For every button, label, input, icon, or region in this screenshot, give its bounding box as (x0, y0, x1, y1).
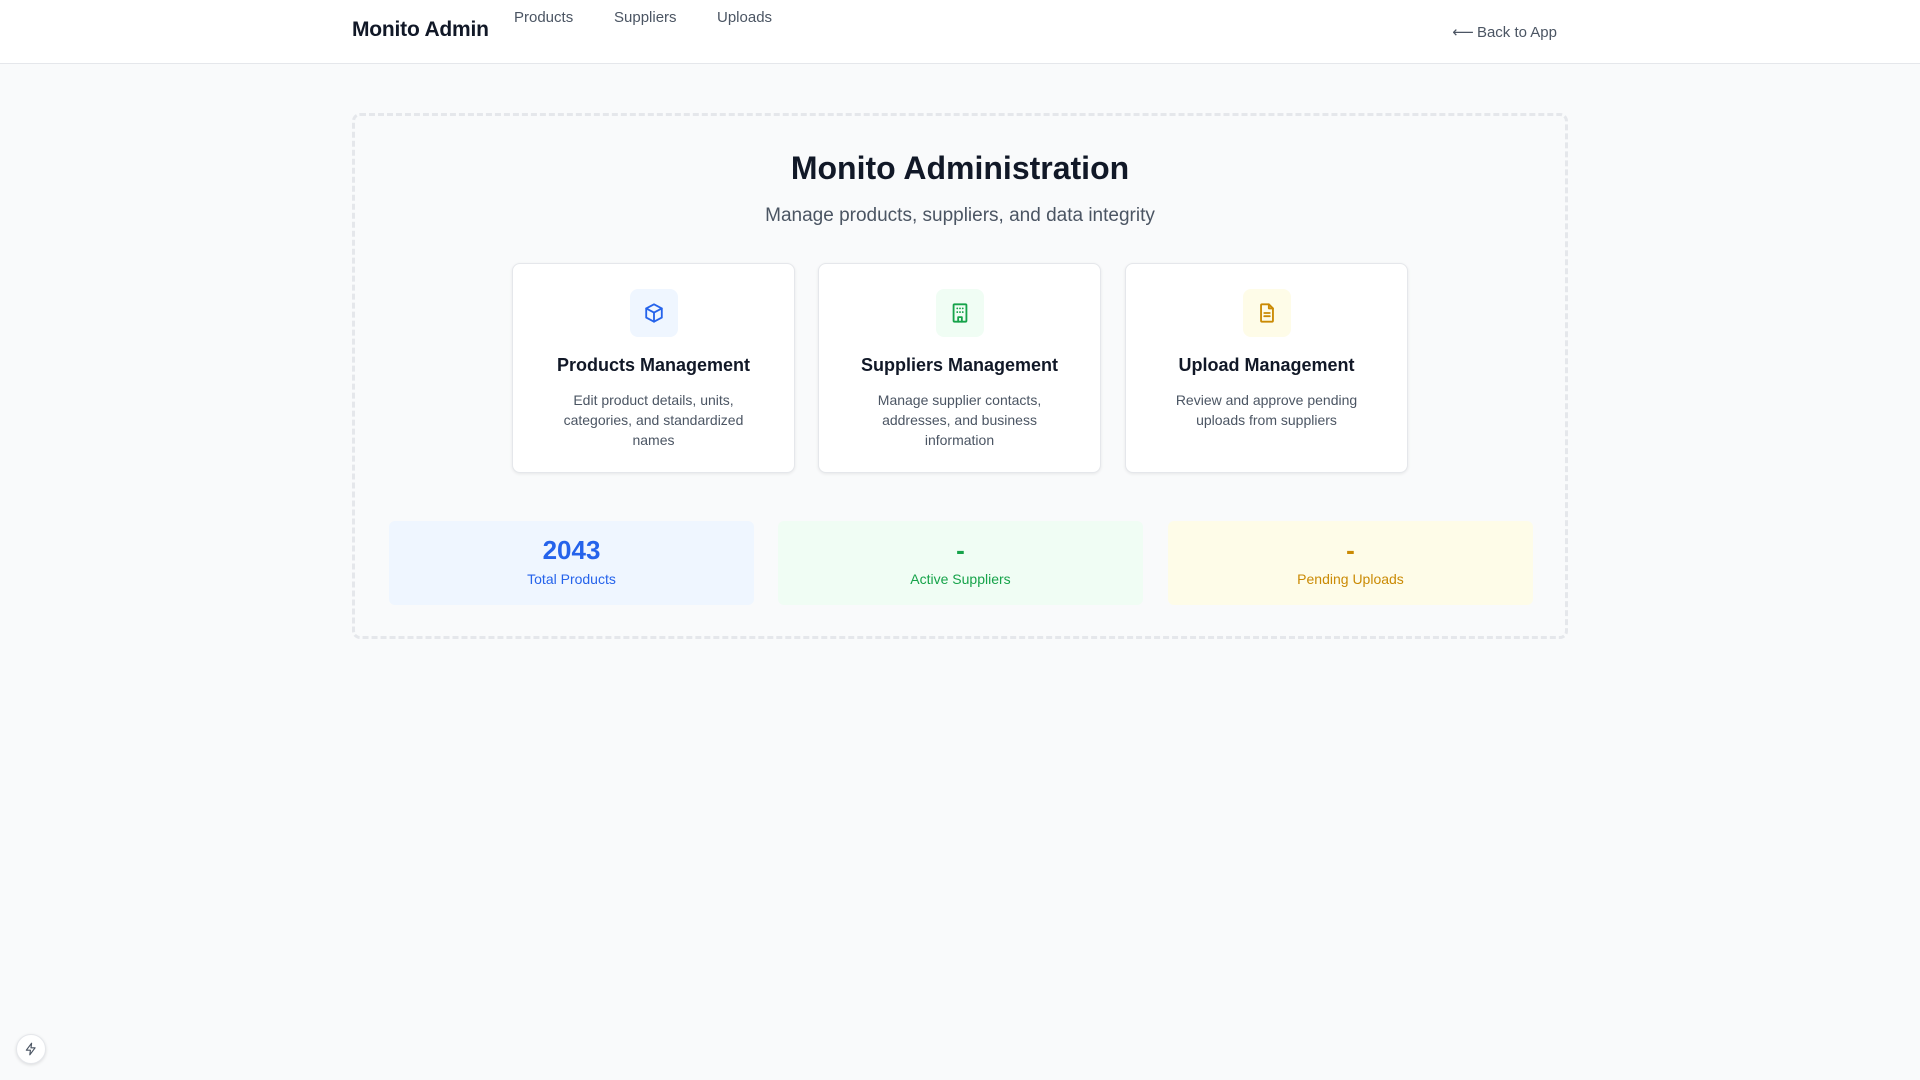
cube-icon (630, 289, 678, 337)
stat-value: - (956, 535, 965, 565)
active-suppliers-stat: - Active Suppliers (778, 521, 1143, 605)
card-description: Review and approve pending uploads from … (1175, 392, 1358, 428)
card-title: Products Management (556, 355, 751, 375)
back-to-app-link[interactable]: ⟵ Back to App (1452, 23, 1557, 42)
stat-value: 2043 (542, 535, 601, 565)
card-title: Upload Management (1178, 355, 1355, 375)
upload-management-card[interactable]: Upload Management Review and approve pen… (1125, 263, 1408, 473)
card-title: Suppliers Management (860, 355, 1059, 375)
stat-label: Total Products (527, 571, 616, 587)
card-description: Manage supplier contacts, addresses, and… (877, 392, 1042, 448)
products-management-card[interactable]: Products Management Edit product details… (512, 263, 795, 473)
stat-label: Active Suppliers (910, 571, 1011, 587)
nav-link-products[interactable]: Products (514, 9, 573, 26)
arrow-left-icon: ⟵ (1452, 24, 1474, 41)
stat-value: - (1346, 535, 1355, 565)
admin-dashboard-panel: Monito Administration Manage products, s… (352, 113, 1568, 639)
document-icon (1243, 289, 1291, 337)
brand-title: Monito Admin (352, 18, 489, 41)
total-products-stat: 2043 Total Products (389, 521, 754, 605)
page-title: Monito Administration (790, 150, 1130, 186)
back-to-app-label: Back to App (1476, 23, 1557, 41)
pending-uploads-stat: - Pending Uploads (1168, 521, 1533, 605)
page-subtitle: Manage products, suppliers, and data int… (765, 205, 1155, 226)
lightning-icon[interactable] (16, 1034, 46, 1064)
card-description: Edit product details, units, categories,… (563, 392, 744, 448)
nav-link-uploads[interactable]: Uploads (717, 9, 772, 26)
stat-label: Pending Uploads (1297, 571, 1404, 587)
building-icon (936, 289, 984, 337)
top-nav-bar: Monito Admin Products Suppliers Uploads … (0, 0, 1920, 64)
nav-link-suppliers[interactable]: Suppliers (614, 9, 677, 26)
suppliers-management-card[interactable]: Suppliers Management Manage supplier con… (818, 263, 1101, 473)
